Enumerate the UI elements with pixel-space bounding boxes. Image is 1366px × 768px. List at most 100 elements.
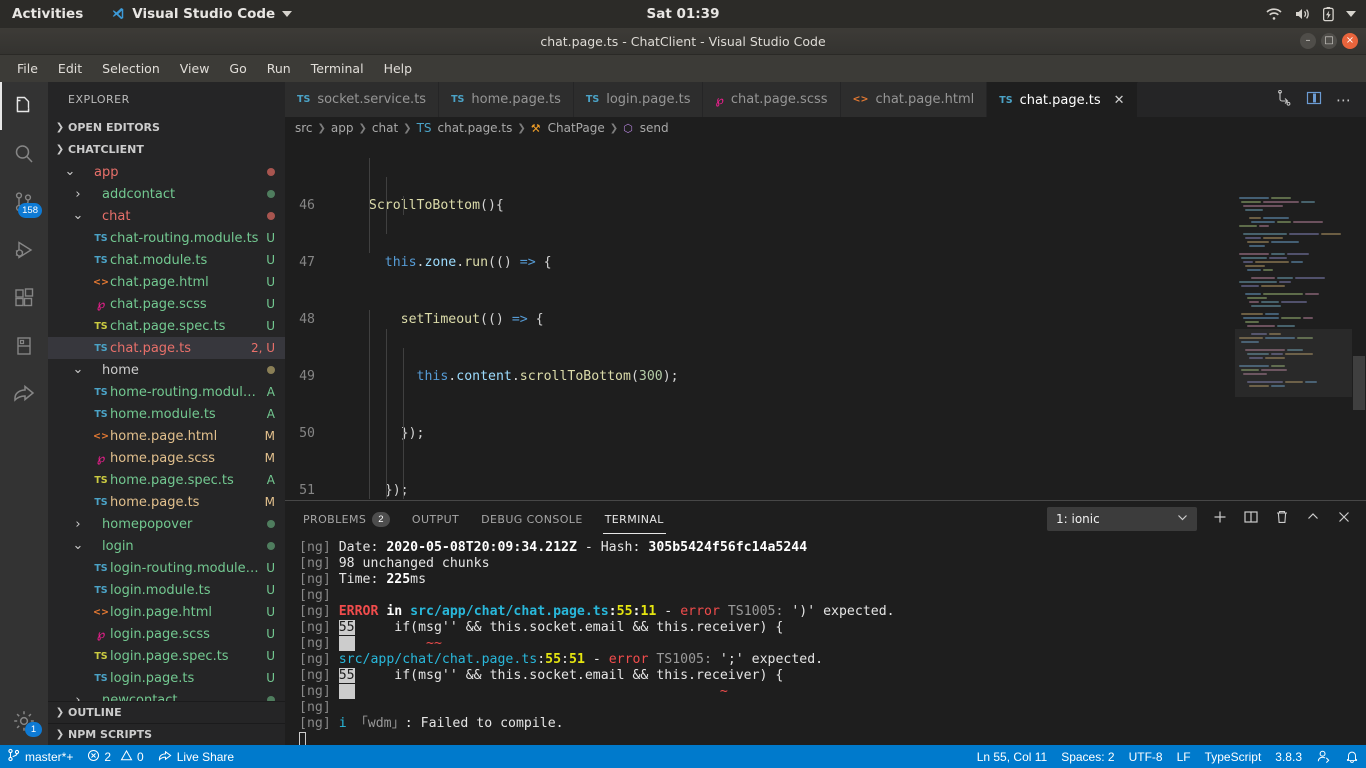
tree-item-chat-page-html[interactable]: <> chat.page.html U xyxy=(48,271,285,293)
status-eol[interactable]: LF xyxy=(1170,745,1198,768)
status-live-share[interactable]: Live Share xyxy=(151,745,241,768)
new-terminal-icon[interactable] xyxy=(1212,509,1228,529)
status-encoding[interactable]: UTF-8 xyxy=(1122,745,1170,768)
activity-extensions[interactable] xyxy=(0,274,48,322)
open-changes-icon[interactable] xyxy=(1276,89,1292,110)
tree-item-chat-module-ts[interactable]: TS chat.module.ts U xyxy=(48,249,285,271)
tree-item-home-routing-module-ts[interactable]: TS home-routing.module.ts A xyxy=(48,381,285,403)
breadcrumb-item[interactable]: send xyxy=(640,121,669,135)
npm-scripts-section[interactable]: ❯ NPM SCRIPTS xyxy=(48,723,285,745)
panel-tab-debug-console[interactable]: DEBUG CONSOLE xyxy=(479,504,585,533)
status-language-mode[interactable]: TypeScript xyxy=(1198,745,1269,768)
menu-go[interactable]: Go xyxy=(220,57,255,80)
tree-item-home-page-html[interactable]: <> home.page.html M xyxy=(48,425,285,447)
panel-tab-problems[interactable]: PROBLEMS 2 xyxy=(301,503,392,534)
activity-live-share[interactable] xyxy=(0,370,48,418)
tree-item-chat-page-spec-ts[interactable]: TS chat.page.spec.ts U xyxy=(48,315,285,337)
maximize-panel-icon[interactable] xyxy=(1305,509,1321,529)
menu-help[interactable]: Help xyxy=(375,57,422,80)
editor-tab-login-page-ts[interactable]: TS login.page.ts xyxy=(573,82,704,117)
editor-tab-home-page-ts[interactable]: TS home.page.ts xyxy=(439,82,574,117)
tree-item-home[interactable]: ⌄ home xyxy=(48,359,285,381)
tree-item-home-page-spec-ts[interactable]: TS home.page.spec.ts A xyxy=(48,469,285,491)
terminal-output[interactable]: [ng] Date: 2020-05-08T20:09:34.212Z - Ha… xyxy=(285,536,1366,748)
status-branch[interactable]: master*+ xyxy=(0,745,80,768)
split-terminal-icon[interactable] xyxy=(1243,509,1259,529)
scss-file-icon: ℘ xyxy=(715,92,724,107)
editor-tab-chat-page-scss[interactable]: ℘ chat.page.scss xyxy=(703,82,841,117)
status-indentation[interactable]: Spaces: 2 xyxy=(1054,745,1121,768)
breadcrumb-item[interactable]: src xyxy=(295,121,313,135)
menu-view[interactable]: View xyxy=(171,57,219,80)
status-cursor-position[interactable]: Ln 55, Col 11 xyxy=(970,745,1055,768)
project-section[interactable]: ❯ CHATCLIENT xyxy=(48,139,285,161)
status-typescript-version[interactable]: 3.8.3 xyxy=(1268,745,1309,768)
code-line: 46 ScrollToBottom(){ xyxy=(285,196,1366,215)
minimize-button[interactable]: – xyxy=(1300,33,1316,49)
status-problems[interactable]: 2 0 xyxy=(80,745,150,768)
window-controls[interactable]: – □ × xyxy=(1300,33,1358,49)
tree-item-home-module-ts[interactable]: TS home.module.ts A xyxy=(48,403,285,425)
tree-item-chat-page-ts[interactable]: TS chat.page.ts 2, U xyxy=(48,337,285,359)
tree-item-login-page-scss[interactable]: ℘ login.page.scss U xyxy=(48,623,285,645)
editor-scrollbar[interactable] xyxy=(1352,196,1366,499)
maximize-button[interactable]: □ xyxy=(1321,33,1337,49)
breadcrumb-item[interactable]: ChatPage xyxy=(548,121,605,135)
manage-settings-button[interactable]: 1 xyxy=(0,697,48,745)
close-button[interactable]: × xyxy=(1342,33,1358,49)
status-feedback[interactable] xyxy=(1309,745,1338,768)
code-editor[interactable]: 46 ScrollToBottom(){ 47 this.zone.run(()… xyxy=(285,139,1366,499)
tree-item-login-module-ts[interactable]: TS login.module.ts U xyxy=(48,579,285,601)
tree-item-login[interactable]: ⌄ login xyxy=(48,535,285,557)
activity-explorer[interactable] xyxy=(0,82,48,130)
editor-tab-chat-page-html[interactable]: <> chat.page.html xyxy=(840,82,988,117)
tree-item-git-badge: U xyxy=(266,605,275,619)
menu-terminal[interactable]: Terminal xyxy=(302,57,373,80)
open-editors-section[interactable]: ❯ OPEN EDITORS xyxy=(48,117,285,139)
more-actions-icon[interactable]: ⋯ xyxy=(1336,91,1352,109)
chevron-right-icon: › xyxy=(75,186,81,202)
tree-item-homepopover[interactable]: › homepopover xyxy=(48,513,285,535)
kill-terminal-icon[interactable] xyxy=(1274,509,1290,529)
editor-tab-chat-page-ts[interactable]: TS chat.page.ts ✕ xyxy=(987,82,1138,117)
menu-selection[interactable]: Selection xyxy=(93,57,169,80)
tree-item-addcontact[interactable]: › addcontact xyxy=(48,183,285,205)
activity-run-and-debug[interactable] xyxy=(0,226,48,274)
tree-item-chat-page-scss[interactable]: ℘ chat.page.scss U xyxy=(48,293,285,315)
tree-item-chat[interactable]: ⌄ chat xyxy=(48,205,285,227)
terminal-line: [ng] 55 if(msg'' && this.socket.email &&… xyxy=(299,620,1366,636)
status-notifications[interactable] xyxy=(1338,745,1366,768)
terminal-line-prefix: [ng] xyxy=(299,604,339,619)
menu-run[interactable]: Run xyxy=(258,57,300,80)
activity-search[interactable] xyxy=(0,130,48,178)
breadcrumb-item[interactable]: chat.page.ts xyxy=(438,121,513,135)
breadcrumb-item[interactable]: chat xyxy=(372,121,398,135)
menu-edit[interactable]: Edit xyxy=(49,57,91,80)
terminal-selector[interactable]: 1: ionic xyxy=(1047,506,1197,531)
tree-item-login-page-spec-ts[interactable]: TS login.page.spec.ts U xyxy=(48,645,285,667)
system-tray[interactable] xyxy=(1266,6,1356,22)
tree-item-login-page-ts[interactable]: TS login.page.ts U xyxy=(48,667,285,689)
code-line: 49 this.content.scrollToBottom(300); xyxy=(285,367,1366,386)
close-panel-icon[interactable] xyxy=(1336,509,1352,529)
tree-item-app[interactable]: ⌄ app xyxy=(48,161,285,183)
desktop-clock[interactable]: Sat 01:39 xyxy=(0,6,1366,22)
tree-item-login-page-html[interactable]: <> login.page.html U xyxy=(48,601,285,623)
editor-tab-socket-service-ts[interactable]: TS socket.service.ts xyxy=(285,82,440,117)
outline-section[interactable]: ❯ OUTLINE xyxy=(48,701,285,723)
minimap-slider[interactable] xyxy=(1235,329,1352,397)
menu-file[interactable]: File xyxy=(8,57,47,80)
tree-item-chat-routing-module-ts[interactable]: TS chat-routing.module.ts U xyxy=(48,227,285,249)
tree-item-home-page-scss[interactable]: ℘ home.page.scss M xyxy=(48,447,285,469)
terminal-line: [ng] xyxy=(299,700,1366,716)
activity-remote-explorer[interactable] xyxy=(0,322,48,370)
tree-item-home-page-ts[interactable]: TS home.page.ts M xyxy=(48,491,285,513)
scrollbar-thumb[interactable] xyxy=(1353,356,1365,410)
activity-source-control[interactable]: 158 xyxy=(0,178,48,226)
tree-item-login-routing-module-ts[interactable]: TS login-routing.module.ts U xyxy=(48,557,285,579)
editor-tab-close-icon[interactable]: ✕ xyxy=(1114,93,1125,108)
panel-tab-output[interactable]: OUTPUT xyxy=(410,504,461,533)
split-editor-icon[interactable] xyxy=(1306,90,1322,110)
breadcrumb-item[interactable]: app xyxy=(331,121,354,135)
panel-tab-terminal[interactable]: TERMINAL xyxy=(602,504,666,534)
